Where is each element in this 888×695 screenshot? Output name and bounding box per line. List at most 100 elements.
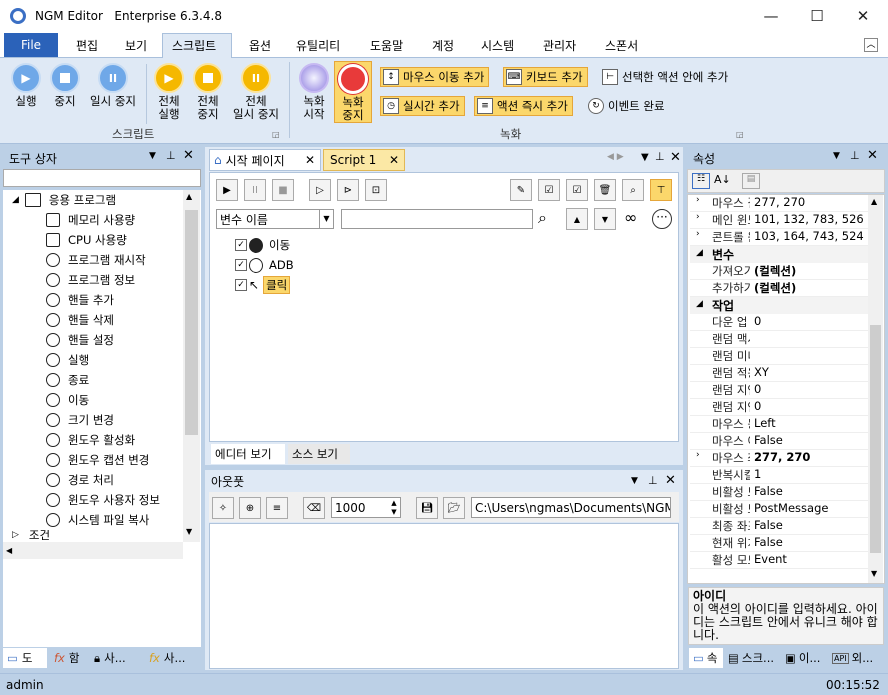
property-value[interactable]: 277, 270 — [750, 450, 868, 466]
event-done-button[interactable]: ↻ 이벤트 완료 — [586, 96, 669, 116]
expand-icon[interactable]: › — [696, 450, 700, 460]
tab-start-page[interactable]: ⌂ 시작 페이지 ✕ — [209, 149, 321, 171]
menu-account[interactable]: 계정 — [432, 37, 454, 55]
property-row[interactable]: ›마우스 결:277, 270 — [690, 195, 868, 212]
property-value[interactable] — [750, 348, 868, 364]
property-row[interactable]: 다운 업 지0 — [690, 314, 868, 331]
output-save-button[interactable]: 💾︎ — [416, 497, 438, 519]
output-count-spinner[interactable]: 1000 ▲ ▼ — [331, 497, 401, 518]
editor-search-button[interactable]: ⌕ — [622, 179, 644, 201]
close-window-button[interactable]: ✕ — [840, 0, 886, 32]
menu-system[interactable]: 시스템 — [481, 37, 514, 55]
toolbox-item[interactable]: 핸들 추가 — [46, 290, 114, 310]
toolbox-item[interactable]: 실행 — [46, 350, 89, 370]
record-start-button[interactable]: 녹화 시작 — [298, 63, 330, 121]
editor-step-button[interactable]: ▷ — [309, 179, 331, 201]
minimize-button[interactable]: — — [748, 0, 794, 32]
toolbox-item[interactable]: 종료 — [46, 370, 89, 390]
variable-value-input[interactable] — [341, 209, 533, 229]
toolbox-item[interactable]: 프로그램 재시작 — [46, 250, 146, 270]
output-new-button[interactable]: ⊕ — [239, 497, 261, 519]
property-row[interactable]: ›메인 윈도:101, 132, 783, 526 — [690, 212, 868, 229]
scroll-down-icon[interactable]: ▼ — [186, 527, 192, 536]
collapse-icon[interactable]: ◢ — [696, 248, 703, 258]
tab-start-close-icon[interactable]: ✕ — [305, 153, 315, 167]
menu-options[interactable]: 옵션 — [249, 37, 271, 55]
property-value[interactable]: Event — [750, 552, 868, 568]
output-clean-button[interactable]: ✧ — [212, 497, 234, 519]
record-stop-button[interactable]: 녹화 중지 — [334, 61, 372, 123]
toolbox-item[interactable]: 핸들 삭제 — [46, 310, 114, 330]
output-pin-icon[interactable]: ⊥ — [648, 474, 658, 487]
action-row-click[interactable]: ✓ ↖ 클릭 — [235, 275, 291, 295]
add-mouse-move-button[interactable]: ↕ 마우스 이동 추가 — [380, 67, 490, 87]
output-path-input[interactable]: C:\Users\ngmas\Documents\NGM6\ — [471, 497, 671, 518]
editor-stop-button[interactable]: ■ — [272, 179, 294, 201]
property-row[interactable]: 비활성 모False — [690, 484, 868, 501]
property-value[interactable] — [750, 331, 868, 347]
property-category[interactable]: 작업 — [690, 297, 868, 314]
props-dropdown-icon[interactable]: ▼ — [833, 151, 840, 161]
property-value[interactable]: False — [750, 535, 868, 551]
property-category[interactable]: 변수 — [690, 246, 868, 263]
toolbox-pin-icon[interactable]: ⊥ — [166, 149, 176, 162]
property-value[interactable]: XY — [750, 365, 868, 381]
scroll-thumb[interactable] — [185, 210, 198, 435]
collapse-icon[interactable]: ◢ — [696, 299, 703, 309]
toolbox-item[interactable]: 메모리 사용량 — [46, 210, 135, 230]
editor-dropdown-icon[interactable]: ▼ — [641, 152, 649, 163]
property-row[interactable]: 현재 위치False — [690, 535, 868, 552]
run-button[interactable]: ▶ 실행 — [10, 63, 42, 108]
props-scroll-up-icon[interactable]: ▲ — [871, 197, 877, 206]
props-tab-properties[interactable]: ▭ 속 — [689, 648, 723, 668]
menu-admin[interactable]: 관리자 — [543, 37, 576, 55]
property-value[interactable]: False — [750, 433, 868, 449]
toolbox-scrollbar[interactable]: ▲ ▼ — [183, 190, 200, 542]
menu-sponsor[interactable]: 스폰서 — [605, 37, 638, 55]
checkbox-click[interactable]: ✓ — [235, 279, 247, 291]
tab-scroll-left-icon[interactable]: ◀ ▶ — [607, 152, 624, 162]
props-tab-external[interactable]: API 외... — [828, 648, 884, 668]
stop-all-button[interactable]: 전체 중지 — [192, 63, 224, 121]
menu-help[interactable]: 도움말 — [370, 37, 403, 55]
toolbox-tab-4[interactable]: fx 사... — [145, 648, 199, 668]
toolbox-close-icon[interactable]: ✕ — [183, 148, 194, 163]
pause-all-button[interactable]: II 전체 일시 중지 — [229, 63, 283, 121]
loop-icon[interactable]: ∞ — [624, 208, 637, 227]
toolbox-tab-tools[interactable]: ▭ 도 — [3, 648, 47, 668]
variable-name-select[interactable]: 변수 이름 ▼ — [216, 209, 334, 229]
toolbox-item[interactable]: 이동 — [46, 390, 89, 410]
toolbox-tab-functions[interactable]: fx 함 — [50, 648, 90, 668]
property-row[interactable]: ›마우스 좌277, 270 — [690, 450, 868, 467]
checkbox-adb[interactable]: ✓ — [235, 259, 247, 271]
property-row[interactable]: 랜덤 맥시 — [690, 331, 868, 348]
menu-edit[interactable]: 편집 — [76, 37, 98, 55]
action-row-move[interactable]: ✓ 이동 — [235, 235, 290, 255]
props-scroll-down-icon[interactable]: ▼ — [871, 569, 877, 578]
editor-check-all-button[interactable]: ☑ — [538, 179, 560, 201]
toolbox-item[interactable]: 핸들 설정 — [46, 330, 114, 350]
tree-root-condition[interactable]: ▷ 조건 — [12, 530, 50, 540]
property-row[interactable]: 랜덤 지연0 — [690, 399, 868, 416]
more-icon[interactable]: ··· — [652, 209, 672, 229]
editor-pause-button[interactable]: II — [244, 179, 266, 201]
property-value[interactable]: (컬렉션) — [750, 263, 868, 279]
toolbox-item[interactable]: 프로그램 정보 — [46, 270, 135, 290]
toolbox-item[interactable]: CPU 사용량 — [46, 230, 127, 250]
menu-utility[interactable]: 유틸리티 — [296, 37, 340, 55]
output-list-button[interactable]: ≡ — [266, 497, 288, 519]
checkbox-move[interactable]: ✓ — [235, 239, 247, 251]
property-value[interactable]: 103, 164, 743, 524 — [750, 229, 868, 245]
collapse-ribbon-icon[interactable]: ︿ — [864, 38, 878, 52]
toolbox-hscroll[interactable]: ◀ — [3, 542, 183, 559]
script-group-expand-icon[interactable]: ◲ — [272, 130, 280, 139]
tab-script-close-icon[interactable]: ✕ — [389, 153, 399, 167]
property-row[interactable]: 마우스 동Left — [690, 416, 868, 433]
property-row[interactable]: 추가하기 (컬렉션) — [690, 280, 868, 297]
editor-edit-button[interactable]: ✎ — [510, 179, 532, 201]
property-pages-icon[interactable]: ▤ — [742, 173, 760, 189]
expand-icon[interactable]: › — [696, 229, 700, 239]
editor-tree-view-button[interactable]: ⊤ — [650, 179, 672, 201]
editor-delete-button[interactable]: 🗑︎ — [594, 179, 616, 201]
add-realtime-button[interactable]: ◷ 실시간 추가 — [380, 96, 465, 116]
